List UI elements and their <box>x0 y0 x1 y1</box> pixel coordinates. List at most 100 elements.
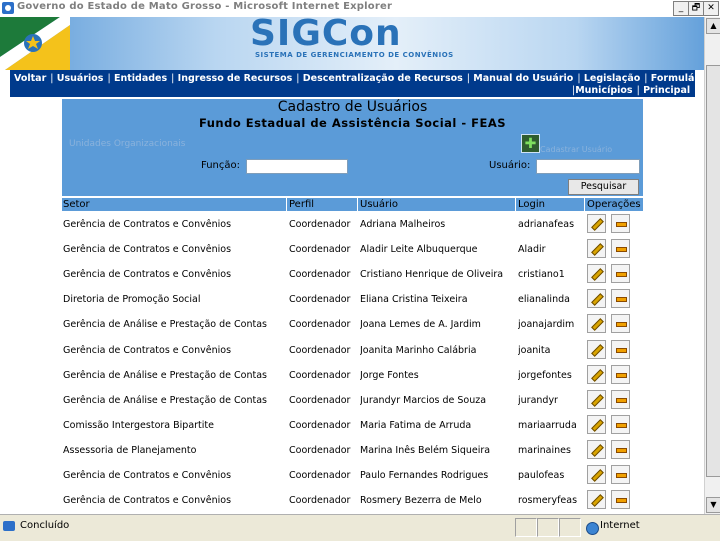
edit-pencil-icon[interactable] <box>587 414 606 434</box>
table-row: Comissão Intergestora Bipartite Coordenad… <box>62 412 643 437</box>
nav-usuarios[interactable]: Usuários <box>57 73 104 84</box>
vertical-scrollbar[interactable]: ▲ ▼ <box>704 17 720 514</box>
header-banner: SIGCon SISTEMA DE GERENCIAMENTO DE CONVÊ… <box>0 17 720 70</box>
edit-pencil-icon[interactable] <box>587 264 606 284</box>
edit-pencil-icon[interactable] <box>587 389 606 409</box>
cell-setor: Gerência de Análise e Prestação de Conta… <box>63 394 267 406</box>
nav-principal[interactable]: Principal <box>643 85 690 96</box>
edit-pencil-icon[interactable] <box>587 490 606 510</box>
scroll-up-arrow[interactable]: ▲ <box>706 18 720 34</box>
cell-login: paulofeas <box>518 470 565 481</box>
nav-manual[interactable]: Manual do Usuário <box>473 73 573 84</box>
sigcon-logo: SIGCon <box>250 17 402 54</box>
minimize-button[interactable]: _ <box>673 1 689 16</box>
table-row: Gerência de Contratos e Convênios Coorden… <box>62 487 643 512</box>
table-row: Gerência de Contratos e Convênios Coorden… <box>62 261 643 286</box>
status-text: Concluído <box>20 520 70 531</box>
status-segment <box>559 518 581 537</box>
cell-login: mariaarruda <box>518 419 577 431</box>
cell-usuario: Joanita Marinho Calábria <box>360 344 477 356</box>
remove-minus-icon[interactable] <box>611 439 630 459</box>
col-perfil: Perfil <box>289 199 315 210</box>
scroll-down-arrow[interactable]: ▼ <box>706 497 720 513</box>
remove-minus-icon[interactable] <box>611 214 630 233</box>
cell-login: elianalinda <box>518 294 570 306</box>
cell-setor: Assessoria de Planejamento <box>63 444 197 456</box>
cell-usuario: Aladir Leite Albuquerque <box>360 244 478 256</box>
cell-usuario: Eliana Cristina Teixeira <box>360 294 468 306</box>
cell-login: jorgefontes <box>518 369 572 381</box>
remove-minus-icon[interactable] <box>611 465 630 484</box>
edit-pencil-icon[interactable] <box>587 364 606 384</box>
remove-minus-icon[interactable] <box>611 239 630 259</box>
cell-login: adrianafeas <box>518 219 575 230</box>
cell-usuario: Jurandyr Marcios de Souza <box>360 394 487 406</box>
status-segment <box>537 518 559 537</box>
remove-minus-icon[interactable] <box>611 264 630 284</box>
restore-button[interactable]: 🗗 <box>688 1 704 16</box>
remove-minus-icon[interactable] <box>611 289 630 309</box>
table-row: Assessoria de Planejamento Coordenador Mar… <box>62 437 643 462</box>
remove-minus-icon[interactable] <box>611 314 630 334</box>
nav-row-1: Voltar | Usuários | Entidades | Ingresso de… <box>14 73 715 84</box>
table-row: Gerência de Análise e Prestação de Conta… <box>62 387 643 412</box>
add-user-icon[interactable]: ✚ <box>521 134 540 153</box>
edit-pencil-icon[interactable] <box>587 239 606 259</box>
table-row: Gerência de Contratos e Convênios Coorden… <box>62 462 643 487</box>
funcao-input[interactable] <box>246 159 348 174</box>
state-flag-icon <box>0 17 70 70</box>
cell-perfil: Coordenador <box>289 495 351 507</box>
nav-voltar[interactable]: Voltar <box>14 73 46 84</box>
org-units-link[interactable]: Unidades Organizacionais <box>69 139 185 149</box>
cell-perfil: Coordenador <box>289 269 351 281</box>
remove-minus-icon[interactable] <box>611 339 630 359</box>
cell-usuario: Maria Fatima de Arruda <box>360 419 472 431</box>
remove-minus-icon[interactable] <box>611 490 630 510</box>
scroll-thumb[interactable] <box>706 65 720 477</box>
remove-minus-icon[interactable] <box>611 364 630 384</box>
col-login: Login <box>518 199 545 210</box>
cell-setor: Diretoria de Promoção Social <box>63 294 201 306</box>
remove-minus-icon[interactable] <box>611 389 630 409</box>
cell-perfil: Coordenador <box>289 344 351 356</box>
table-row: Gerência de Análise e Prestação de Conta… <box>62 362 643 387</box>
ie-icon <box>2 2 14 14</box>
add-user-label[interactable]: Cadastrar Usuário <box>540 145 612 154</box>
nav-legislacao[interactable]: Legislação <box>584 73 640 84</box>
cell-usuario: Joana Lemes de A. Jardim <box>360 319 481 331</box>
cell-setor: Gerência de Análise e Prestação de Conta… <box>63 319 267 331</box>
nav-municipios[interactable]: Municípios <box>575 85 632 96</box>
search-button[interactable]: Pesquisar <box>568 179 639 195</box>
nav-descentralizacao[interactable]: Descentralização de Recursos <box>303 73 463 84</box>
status-bar: Concluído Internet <box>0 514 720 541</box>
usuario-input[interactable] <box>536 159 640 174</box>
edit-pencil-icon[interactable] <box>587 289 606 309</box>
col-operacoes: Operações <box>587 199 641 210</box>
banner-subtitle: SISTEMA DE GERENCIAMENTO DE CONVÊNIOS <box>255 51 454 59</box>
cell-login: Aladir <box>518 244 546 256</box>
edit-pencil-icon[interactable] <box>587 439 606 459</box>
cell-setor: Gerência de Contratos e Convênios <box>63 495 232 507</box>
nav-entidades[interactable]: Entidades <box>114 73 167 84</box>
cell-setor: Comissão Intergestora Bipartite <box>63 419 214 431</box>
cell-login: jurandyr <box>518 394 558 406</box>
table-row: Gerência de Contratos e Convênios Coorden… <box>62 211 643 236</box>
remove-minus-icon[interactable] <box>611 414 630 434</box>
cell-setor: Gerência de Análise e Prestação de Conta… <box>63 369 267 381</box>
nav-row-2: |Municípios | Principal <box>572 85 691 96</box>
cell-perfil: Coordenador <box>289 294 351 306</box>
close-button[interactable]: ✕ <box>703 1 719 16</box>
table-row: Gerência de Análise e Prestação de Conta… <box>62 311 643 336</box>
cell-login: rosmeryfeas <box>518 495 578 507</box>
edit-pencil-icon[interactable] <box>587 339 606 359</box>
funcao-label: Função: <box>201 160 240 171</box>
page-title: Cadastro de Usuários <box>277 99 428 115</box>
cell-usuario: Marina Inês Belém Siqueira <box>360 444 491 456</box>
edit-pencil-icon[interactable] <box>587 314 606 334</box>
cell-setor: Gerência de Contratos e Convênios <box>63 219 232 230</box>
page-subtitle: Fundo Estadual de Assistência Social - F… <box>198 116 507 130</box>
edit-pencil-icon[interactable] <box>587 214 606 233</box>
nav-ingresso-recursos[interactable]: Ingresso de Recursos <box>178 73 293 84</box>
main-nav: Voltar | Usuários | Entidades | Ingresso de… <box>10 70 715 97</box>
edit-pencil-icon[interactable] <box>587 465 606 484</box>
